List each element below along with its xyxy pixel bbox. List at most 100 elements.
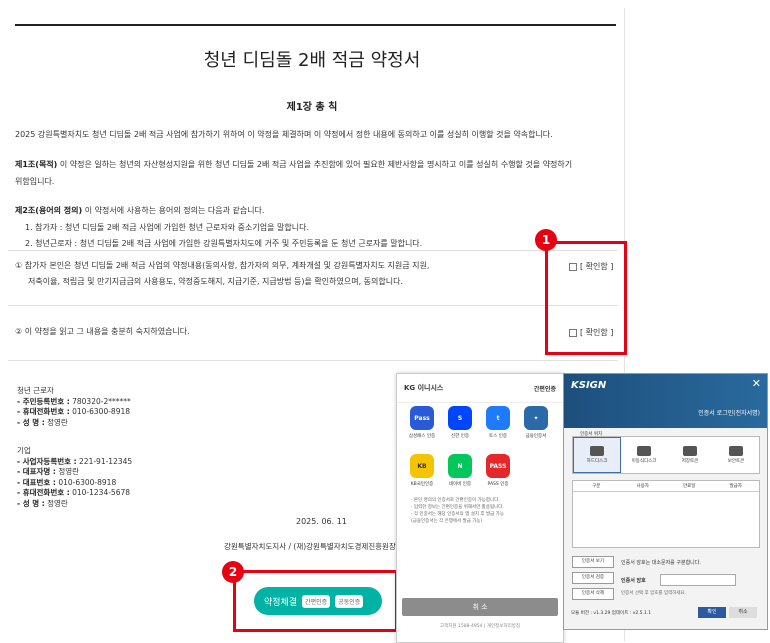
drive-icon: [637, 446, 651, 456]
password-label: 인증서 암호: [621, 578, 646, 584]
divider: [8, 360, 618, 361]
name-value: 정영란: [44, 417, 68, 427]
ksign-subtitle: 인증서 로그인(전자서명): [698, 410, 760, 417]
location-label: 하드디스크: [586, 459, 608, 464]
company-name-value: 정영란: [44, 498, 68, 508]
kg-footer: 고객지원 1588-4954 | 개인정보처리방침: [439, 624, 520, 629]
definition-2: 2. 청년근로자 : 청년 디딤돌 2배 적금 사업에 가입한 강원특별자치도에…: [25, 239, 423, 248]
provider-item[interactable]: Pass 삼성패스 인증: [403, 406, 441, 454]
kg-logo: KG 이니시스: [404, 384, 444, 392]
kg-simple-auth-label: 간편인증: [533, 386, 556, 393]
issuer: 강원특별자치도지사 / (재)강원특별자치도경제진흥원장: [224, 542, 396, 551]
kg-notes: · 본인 명의의 인증서로 간편인증이 가능합니다. · 입력한 정보는 간편인증…: [411, 497, 551, 525]
article-2-title: 제2조(용어의 정의): [15, 206, 83, 215]
kg-note: (금융인증서는 각 은행에서 발급 가능): [411, 519, 483, 524]
divider: [8, 305, 618, 306]
provider-name: 네이버 인증: [448, 482, 472, 487]
ksign-cancel-button[interactable]: 취소: [729, 607, 757, 618]
module-version: 모듈 버전 : v1.3.29 업데이트 : v2.5.1.1: [571, 611, 652, 616]
article-2: 제2조(용어의 정의) 이 약정서에 사용하는 용어의 정의는 다음과 같습니다…: [15, 202, 610, 219]
provider-grid: Pass 삼성패스 인증 S 신한 인증 t 토스 인증 ✦ 금융인증서 KB KB국민인증 N 네이…: [403, 406, 558, 502]
drive-icon: [683, 446, 697, 456]
location-option[interactable]: 보안토큰: [713, 437, 759, 473]
location-option[interactable]: 저장토큰: [667, 437, 713, 473]
divider: [8, 250, 618, 251]
column-header: 만료일: [683, 484, 696, 489]
provider-item[interactable]: N 네이버 인증: [441, 454, 479, 502]
mobile-label: - 휴대전화번호 :: [17, 488, 70, 497]
provider-name: 신한 인증: [451, 434, 469, 439]
biz-label: - 사업자등록번호 :: [17, 456, 77, 466]
highlight-box-1: [545, 241, 627, 355]
ksign-logo: KSIGN: [571, 380, 607, 391]
ksign-header: KSIGN ✕ 인증서 로그인(전자서명): [564, 374, 767, 428]
ksign-ok-button[interactable]: 확인: [698, 607, 726, 618]
provider-icon[interactable]: S: [448, 406, 472, 430]
definition-1: 1. 참가자 : 청년 디딤돌 2배 적금 사업에 가입한 청년 근로자와 중소…: [25, 223, 309, 232]
certificate-action-button[interactable]: 인증서 보기: [572, 556, 614, 568]
location-label: 보안토큰: [727, 459, 745, 464]
case-sensitive-message: 인증서 암호는 대소문자를 구분합니다.: [621, 560, 701, 566]
article-2-text: 이 약정서에 사용하는 용어의 정의는 다음과 같습니다.: [82, 206, 265, 215]
phone-label: - 휴대전화번호 :: [17, 407, 70, 416]
kg-cancel-button[interactable]: 취 소: [402, 598, 558, 616]
agreement-1-line1: ① 참가자 본인은 청년 디딤돌 2배 적금 사업의 약정내용(동의사항, 참가…: [15, 261, 430, 270]
provider-icon[interactable]: Pass: [410, 406, 434, 430]
name-label: - 성 명 :: [17, 417, 45, 427]
drive-icon: [590, 446, 604, 456]
provider-icon[interactable]: N: [448, 454, 472, 478]
ksign-popup: KSIGN ✕ 인증서 로그인(전자서명) 인증서 위치 하드디스크 이동식디스크…: [563, 373, 768, 630]
page-title: 청년 디딤돌 2배 적금 약정서: [203, 50, 421, 71]
kg-note: · 본인 명의의 인증서로 간편인증이 가능합니다.: [411, 498, 500, 503]
company-heading: 기업: [17, 446, 31, 455]
tel-value: 010-6300-8918: [55, 477, 117, 487]
agreement-1-line2: 저축이율, 적립금 및 만기지급금의 사용용도, 약정중도해지, 지급기준, 지…: [28, 277, 404, 286]
rrn-value: 780320-2******: [69, 396, 131, 406]
certificate-action-button[interactable]: 인증서 삭제: [572, 588, 614, 600]
rep-value: 정영란: [55, 467, 80, 476]
column-header: 구분: [592, 484, 601, 489]
highlight-box-2: [233, 570, 398, 632]
provider-icon[interactable]: PASS: [486, 454, 510, 478]
close-icon[interactable]: ✕: [752, 377, 761, 390]
kg-note: · 각 인증서는 해당 인증서의 앱 설치 후 발급 가능: [411, 512, 504, 517]
certificate-action-button[interactable]: 인증서 검증: [572, 572, 614, 584]
password-hint: 인증서 선택 후 암호를 입력하세요.: [621, 591, 687, 596]
location-label: 저장토큰: [681, 459, 699, 464]
chapter-heading: 제1장 총 칙: [286, 102, 338, 113]
provider-name: 삼성패스 인증: [408, 434, 436, 439]
tel-label: - 대표번호 :: [17, 477, 56, 487]
location-label: 이동식디스크: [631, 459, 657, 464]
agreement-2: ② 이 약정을 읽고 그 내용을 충분히 숙지하였습니다.: [15, 324, 190, 340]
column-header: 사용자: [636, 484, 649, 489]
provider-name: 토스 인증: [489, 434, 507, 439]
provider-item[interactable]: KB KB국민인증: [403, 454, 441, 502]
provider-icon[interactable]: t: [486, 406, 510, 430]
article-1-text: 이 약정은 일하는 청년의 자산형성지원을 위한 청년 디딤돌 2배 적금 사업…: [57, 160, 573, 169]
rep-label: - 대표자명 :: [17, 467, 56, 476]
biz-value: 221-91-12345: [76, 456, 133, 466]
provider-item[interactable]: ✦ 금융인증서: [517, 406, 555, 454]
provider-name: KB국민인증: [410, 482, 434, 487]
agreement-1: ① 참가자 본인은 청년 디딤돌 2배 적금 사업의 약정내용(동의사항, 참가…: [15, 258, 429, 290]
phone-value: 010-6300-8918: [69, 407, 131, 416]
drive-icon: [729, 446, 743, 456]
provider-item[interactable]: PASS PASS 인증: [479, 454, 517, 502]
article-1: 제1조(목적) 이 약정은 일하는 청년의 자산형성지원을 위한 청년 디딤돌 …: [15, 156, 610, 173]
provider-icon[interactable]: ✦: [524, 406, 548, 430]
rrn-label: - 주민등록번호 :: [17, 396, 70, 406]
location-option[interactable]: 이동식디스크: [621, 437, 667, 473]
annotation-badge-1: 1: [535, 229, 557, 251]
kg-note: · 입력한 정보는 간편인증을 위해서만 활용됩니다.: [411, 505, 504, 510]
certificate-table: 구분 사용자 만료일 발급자: [572, 480, 760, 548]
youth-worker-heading: 청년 근로자: [17, 386, 54, 395]
company-info: 기업 - 사업자등록번호 : 221-91-12345 - 대표자명 : 정영란…: [17, 446, 132, 509]
location-option[interactable]: 하드디스크: [573, 437, 621, 473]
provider-item[interactable]: S 신한 인증: [441, 406, 479, 454]
provider-name: PASS 인증: [487, 482, 509, 487]
kg-header: KG 이니시스 간편인증: [397, 374, 563, 403]
mobile-value: 010-1234-5678: [69, 488, 131, 497]
provider-icon[interactable]: KB: [410, 454, 434, 478]
provider-item[interactable]: t 토스 인증: [479, 406, 517, 454]
password-input[interactable]: [660, 574, 736, 586]
